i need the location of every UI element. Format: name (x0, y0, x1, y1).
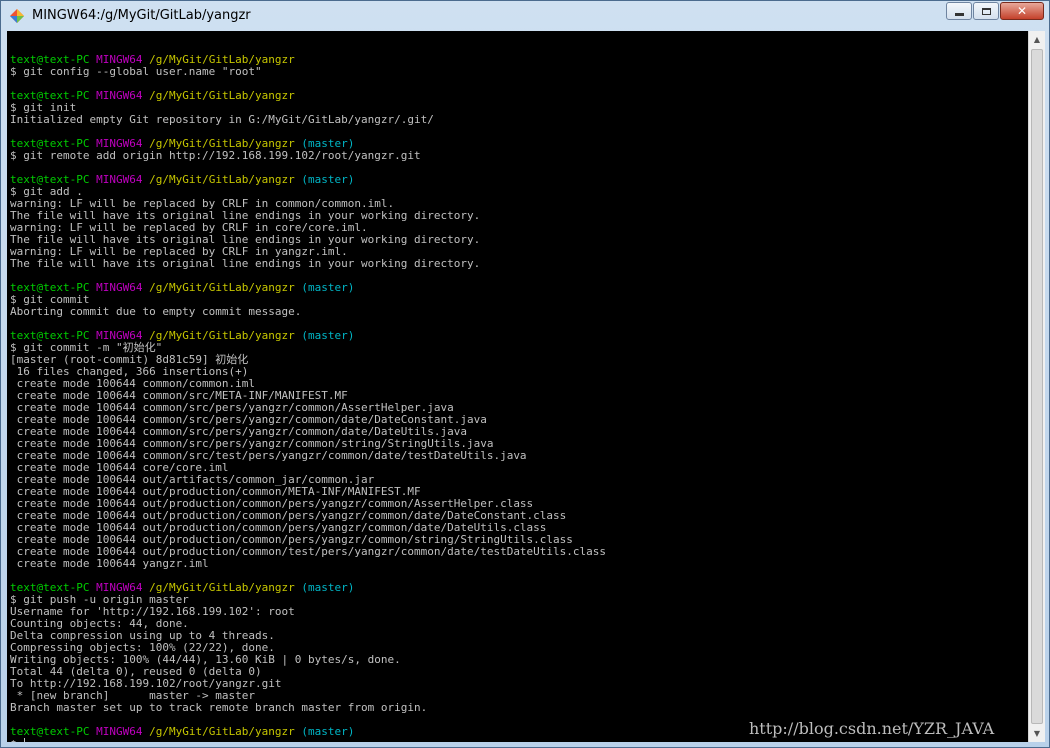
line-text: Initialized empty Git repository in G:/M… (10, 113, 434, 126)
watermark: http://blog.csdn.net/YZR_JAVA (749, 719, 995, 738)
prompt-path: /g/MyGit/GitLab/yangzr (149, 173, 295, 186)
text-cursor (24, 738, 26, 742)
prompt-path: /g/MyGit/GitLab/yangzr (149, 89, 295, 102)
arrow-up-icon: ▲ (1033, 35, 1041, 44)
minimize-icon (954, 12, 964, 16)
maximize-button[interactable] (973, 2, 999, 20)
terminal-line: text@text-PC MINGW64 /g/MyGit/GitLab/yan… (10, 90, 606, 102)
arrow-down-icon: ▼ (1033, 729, 1041, 738)
line-text: $ git remote add origin http://192.168.1… (10, 149, 421, 162)
scroll-down-button[interactable]: ▼ (1029, 725, 1045, 742)
terminal-line: Aborting commit due to empty commit mess… (10, 306, 606, 318)
window-controls: ✕ (945, 2, 1044, 20)
window-title: MINGW64:/g/MyGit/GitLab/yangzr (32, 8, 251, 23)
terminal-output-area[interactable]: text@text-PC MINGW64 /g/MyGit/GitLab/yan… (7, 31, 1028, 742)
line-text: $ git config --global user.name "root" (10, 65, 262, 78)
terminal-line: Branch master set up to track remote bra… (10, 702, 606, 714)
terminal-line: $ (10, 738, 606, 742)
line-text: The file will have its original line end… (10, 257, 481, 270)
title-bar[interactable]: MINGW64:/g/MyGit/GitLab/yangzr ✕ (1, 1, 1049, 31)
prompt-system: MINGW64 (96, 173, 143, 186)
git-bash-icon (10, 9, 24, 23)
vertical-scrollbar[interactable]: ▲ ▼ (1028, 31, 1045, 742)
terminal-line: Initialized empty Git repository in G:/M… (10, 114, 606, 126)
prompt-system: MINGW64 (96, 725, 143, 738)
terminal-line: The file will have its original line end… (10, 258, 606, 270)
terminal-lines: text@text-PC MINGW64 /g/MyGit/GitLab/yan… (10, 42, 606, 742)
prompt-branch: (master) (301, 329, 355, 342)
prompt-system: MINGW64 (96, 89, 143, 102)
line-text: $ (10, 738, 23, 743)
prompt-system: MINGW64 (96, 281, 143, 294)
prompt-path: /g/MyGit/GitLab/yangzr (149, 281, 295, 294)
prompt-path: /g/MyGit/GitLab/yangzr (149, 329, 295, 342)
prompt-branch: (master) (301, 725, 355, 738)
line-text: Aborting commit due to empty commit mess… (10, 305, 302, 318)
prompt-user: text@text-PC (10, 725, 90, 738)
line-text: Branch master set up to track remote bra… (10, 701, 428, 714)
scrollbar-thumb[interactable] (1031, 49, 1043, 724)
prompt-branch: (master) (301, 581, 355, 594)
scroll-up-button[interactable]: ▲ (1029, 31, 1045, 48)
terminal-line: create mode 100644 yangzr.iml (10, 558, 606, 570)
minimize-button[interactable] (946, 2, 972, 20)
terminal-line: text@text-PC MINGW64 /g/MyGit/GitLab/yan… (10, 174, 606, 186)
terminal-window: MINGW64:/g/MyGit/GitLab/yangzr ✕ text@te… (0, 0, 1050, 748)
terminal-line: $ git remote add origin http://192.168.1… (10, 150, 606, 162)
prompt-path: /g/MyGit/GitLab/yangzr (149, 725, 295, 738)
terminal-line: text@text-PC MINGW64 /g/MyGit/GitLab/yan… (10, 726, 606, 738)
maximize-icon (981, 7, 991, 15)
prompt-branch: (master) (301, 281, 355, 294)
terminal-line: text@text-PC MINGW64 /g/MyGit/GitLab/yan… (10, 282, 606, 294)
line-text: create mode 100644 yangzr.iml (10, 557, 209, 570)
prompt-branch: (master) (301, 173, 355, 186)
terminal-line: $ git config --global user.name "root" (10, 66, 606, 78)
close-button[interactable]: ✕ (1000, 2, 1044, 20)
close-icon: ✕ (1016, 4, 1028, 18)
